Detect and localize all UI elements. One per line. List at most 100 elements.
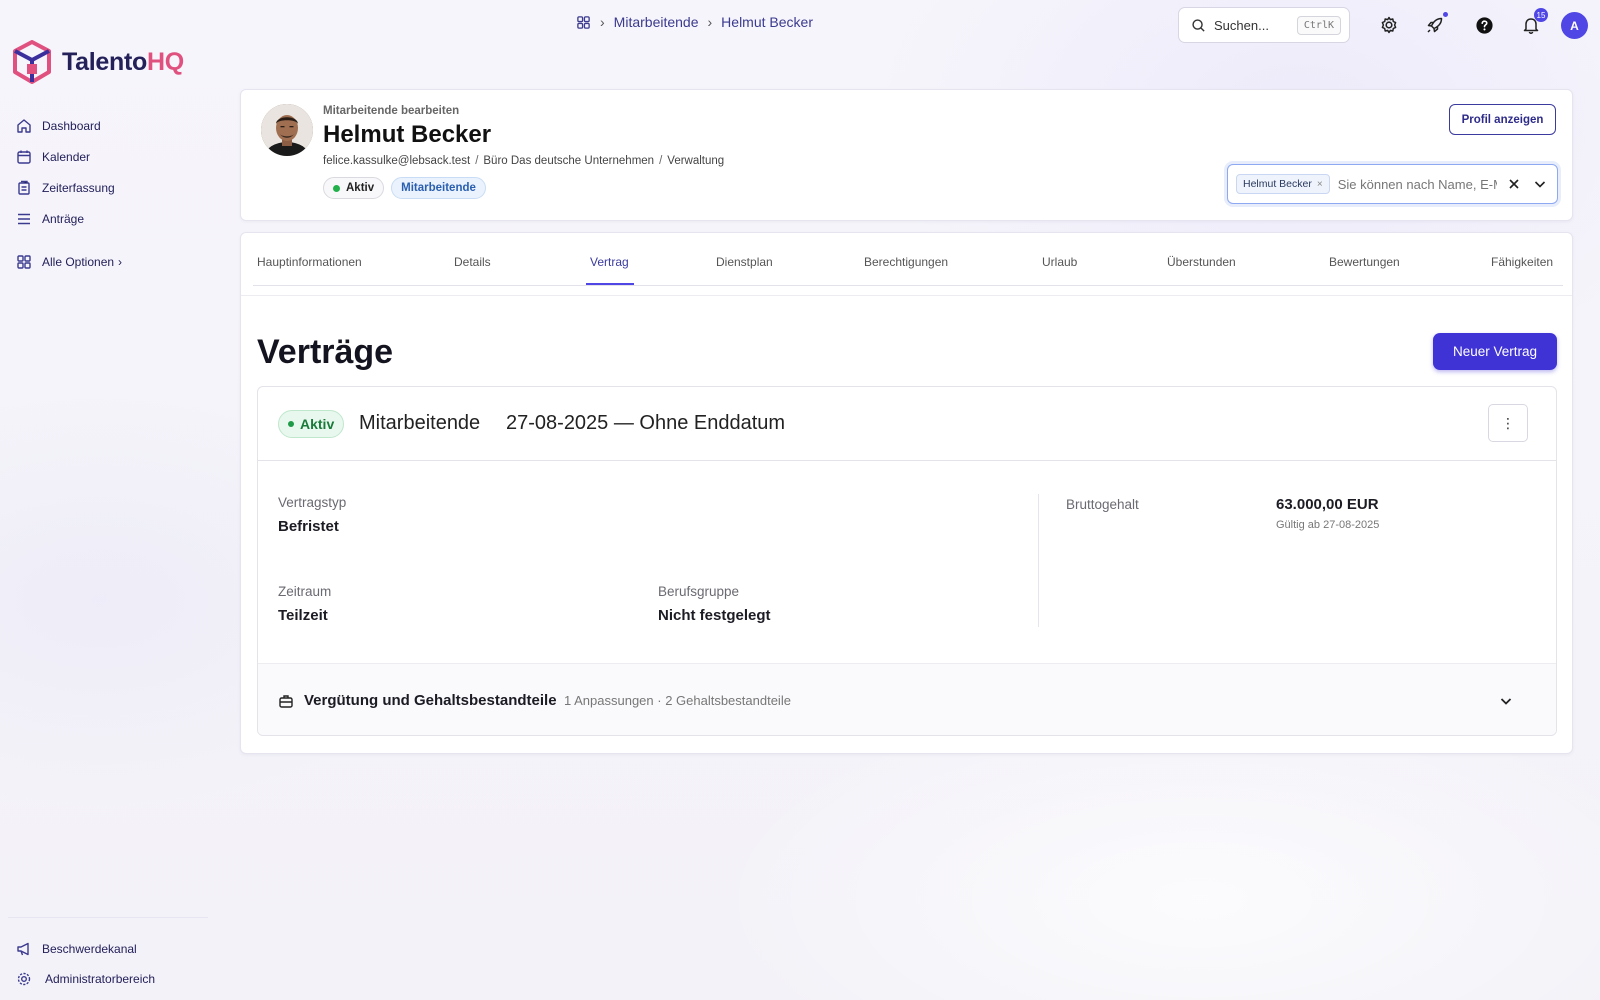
sidebar-item-label: Zeiterfassung bbox=[42, 180, 115, 195]
job-group-value: Nicht festgelegt bbox=[658, 607, 771, 624]
contract-dates: 27-08-2025 — Ohne Enddatum bbox=[506, 412, 786, 434]
sidebar: TalentoHQ Dashboard Kalender Zeiterfassu… bbox=[0, 0, 210, 1000]
chevron-right-icon: › bbox=[600, 14, 605, 30]
sidebar-item-label: Beschwerdekanal bbox=[42, 942, 137, 956]
employee-meta: felice.kassulke@lebsack.test / Büro Das … bbox=[323, 155, 725, 167]
contract-type-label: Vertragstyp bbox=[278, 495, 347, 510]
notification-count: 15 bbox=[1534, 8, 1548, 22]
sidebar-item-all-options[interactable]: Alle Optionen › bbox=[16, 246, 206, 277]
chevron-right-icon: › bbox=[118, 254, 123, 269]
tab-dienstplan[interactable]: Dienstplan bbox=[716, 255, 773, 269]
home-icon bbox=[17, 118, 31, 133]
sidebar-item-requests[interactable]: Anträge bbox=[16, 203, 206, 234]
sidebar-item-label: Administratorbereich bbox=[45, 972, 156, 986]
brand-logo[interactable]: TalentoHQ bbox=[12, 40, 184, 84]
employee-office: Büro Das deutsche Unternehmen bbox=[483, 155, 655, 167]
sidebar-item-label: Dashboard bbox=[42, 118, 101, 133]
contract-status-badge: Aktiv bbox=[278, 410, 345, 438]
new-contract-button[interactable]: Neuer Vertrag bbox=[1433, 333, 1557, 370]
chevron-down-icon[interactable] bbox=[1531, 175, 1549, 193]
cube-logo-icon bbox=[13, 40, 51, 84]
user-avatar[interactable]: A bbox=[1561, 12, 1588, 39]
tab-hauptinformationen[interactable]: Hauptinformationen bbox=[257, 255, 362, 269]
sidebar-item-timesheet[interactable]: Zeiterfassung bbox=[16, 172, 206, 203]
sidebar-item-calendar[interactable]: Kalender bbox=[16, 141, 206, 172]
section-title: Verträge bbox=[257, 333, 394, 371]
compensation-accordion[interactable]: Vergütung und Gehaltsbestandteile 1 Anpa… bbox=[258, 663, 1556, 735]
requests-icon bbox=[18, 213, 30, 224]
compensation-title: Vergütung und Gehaltsbestandteile bbox=[304, 692, 557, 709]
sidebar-nav: Dashboard Kalender Zeiterfassung Anträge… bbox=[16, 110, 206, 277]
contract-menu-button[interactable]: ⋮ bbox=[1488, 404, 1528, 442]
tab-faehigkeiten[interactable]: Fähigkeiten bbox=[1491, 255, 1553, 269]
chevron-right-icon: › bbox=[707, 14, 713, 30]
employee-selector-placeholder: Sie können nach Name, E-Mail suchen bbox=[1337, 176, 1497, 192]
contract-panel: Hauptinformationen Details Vertrag Diens… bbox=[240, 232, 1573, 754]
updates-button[interactable] bbox=[1422, 12, 1448, 38]
column-divider bbox=[1038, 494, 1039, 627]
sidebar-item-dashboard[interactable]: Dashboard bbox=[16, 110, 206, 141]
apps-grid-icon[interactable] bbox=[576, 15, 591, 30]
updates-dot bbox=[1443, 12, 1448, 17]
employee-photo bbox=[261, 104, 313, 156]
employee-tabs: Hauptinformationen Details Vertrag Diens… bbox=[253, 233, 1563, 286]
gross-salary-label: Bruttogehalt bbox=[1066, 497, 1139, 512]
status-dot-icon bbox=[288, 421, 294, 427]
tab-urlaub[interactable]: Urlaub bbox=[1042, 255, 1077, 269]
job-group-label: Berufsgruppe bbox=[658, 584, 740, 599]
tab-vertrag[interactable]: Vertrag bbox=[590, 255, 629, 269]
employee-header: Mitarbeitende bearbeiten Helmut Becker f… bbox=[240, 89, 1573, 221]
chevron-down-icon[interactable] bbox=[1498, 693, 1514, 709]
employee-selector[interactable]: Helmut Becker× Sie können nach Name, E-M… bbox=[1227, 164, 1558, 204]
sidebar-item-label: Anträge bbox=[42, 211, 85, 226]
period-label: Zeitraum bbox=[278, 584, 332, 599]
calendar-icon bbox=[17, 150, 31, 164]
breadcrumb-employees[interactable]: Mitarbeitende bbox=[614, 14, 699, 30]
employee-badges: Aktiv Mitarbeitende bbox=[323, 177, 486, 199]
sidebar-item-complaints[interactable]: Beschwerdekanal bbox=[16, 934, 206, 964]
sidebar-item-label: Kalender bbox=[42, 149, 91, 164]
timesheet-icon bbox=[18, 180, 30, 195]
contract-type-value: Befristet bbox=[278, 518, 339, 535]
contract-role: Mitarbeitende bbox=[359, 412, 481, 434]
brand-name: TalentoHQ bbox=[62, 47, 184, 76]
more-vertical-icon: ⋮ bbox=[1501, 414, 1515, 431]
clear-icon[interactable] bbox=[1505, 175, 1523, 193]
search-placeholder: Suchen... bbox=[1214, 17, 1269, 33]
remove-chip-icon[interactable]: × bbox=[1317, 179, 1323, 190]
status-dot-icon bbox=[333, 184, 340, 192]
contract-card: Aktiv Mitarbeitende 27-08-2025 — Ohne En… bbox=[257, 386, 1557, 736]
role-badge: Mitarbeitende bbox=[391, 177, 486, 199]
salary-valid-from: Gültig ab 27-08-2025 bbox=[1276, 519, 1380, 531]
megaphone-icon bbox=[17, 942, 29, 956]
tab-ueberstunden[interactable]: Überstunden bbox=[1167, 255, 1236, 269]
sidebar-item-admin[interactable]: Administratorbereich bbox=[16, 964, 206, 994]
breadcrumb: › Mitarbeitende › Helmut Becker bbox=[576, 14, 813, 30]
gear-icon bbox=[17, 972, 31, 986]
gear-icon bbox=[1381, 16, 1397, 34]
employee-department: Verwaltung bbox=[667, 155, 725, 167]
notifications-button[interactable]: 15 bbox=[1518, 8, 1548, 38]
tab-bewertungen[interactable]: Bewertungen bbox=[1329, 255, 1400, 269]
period-value: Teilzeit bbox=[278, 607, 328, 624]
tab-berechtigungen[interactable]: Berechtigungen bbox=[864, 255, 948, 269]
search-icon bbox=[1192, 18, 1205, 32]
grid-icon bbox=[17, 254, 31, 269]
help-button[interactable] bbox=[1471, 12, 1497, 38]
view-profile-button[interactable]: Profil anzeigen bbox=[1449, 104, 1556, 135]
selected-employee-chip[interactable]: Helmut Becker × bbox=[1236, 174, 1330, 194]
contract-header: Aktiv Mitarbeitende 27-08-2025 — Ohne En… bbox=[258, 387, 1556, 461]
sidebar-divider bbox=[8, 917, 208, 918]
help-icon bbox=[1475, 16, 1493, 34]
divider bbox=[241, 295, 1572, 296]
breadcrumb-current[interactable]: Helmut Becker bbox=[721, 14, 813, 30]
tab-details[interactable]: Details bbox=[454, 255, 491, 269]
search-input[interactable]: Suchen... CtrlK bbox=[1178, 7, 1350, 43]
status-badge: Aktiv bbox=[323, 177, 385, 199]
compensation-meta: 1 Anpassungen · 2 Gehaltsbestandteile bbox=[564, 693, 791, 708]
employee-email: felice.kassulke@lebsack.test bbox=[323, 155, 471, 167]
gross-salary-value: 63.000,00 EUR bbox=[1276, 496, 1379, 513]
settings-button[interactable] bbox=[1376, 12, 1402, 38]
active-tab-indicator bbox=[586, 283, 634, 285]
search-shortcut: CtrlK bbox=[1296, 15, 1341, 35]
